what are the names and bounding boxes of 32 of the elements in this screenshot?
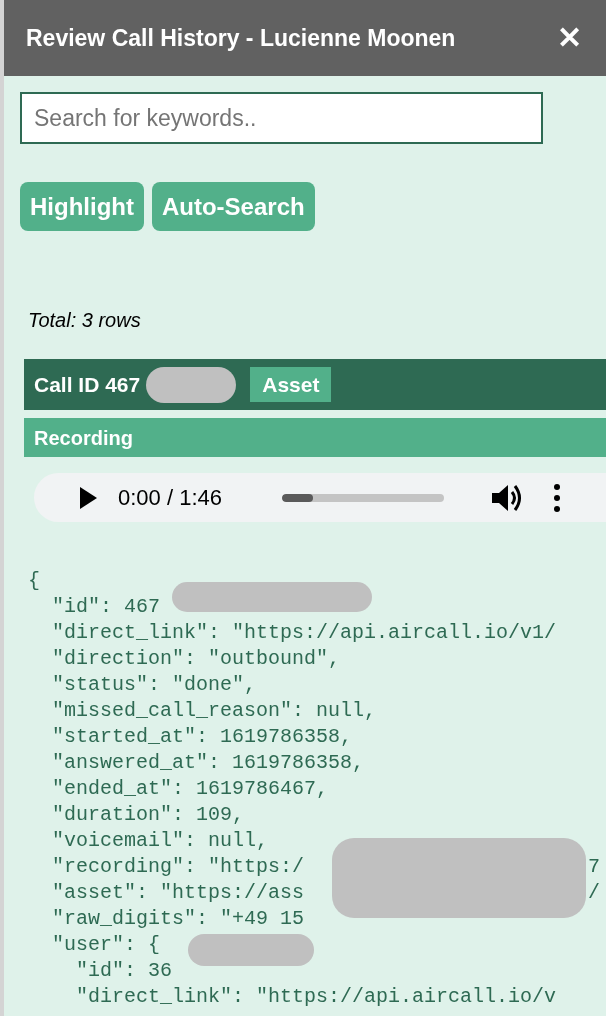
code-line: "voicemail": null, bbox=[51, 828, 269, 854]
code-line: "direct_link": "https://api.aircall.io/v1/ bbox=[51, 620, 557, 646]
code-fragment: / bbox=[588, 880, 601, 906]
code-line: "started_at": 1619786358, bbox=[51, 724, 353, 750]
code-line: "direct_link": "https://api.aircall.io/v bbox=[75, 984, 557, 1010]
window-title: Review Call History - Lucienne Moonen bbox=[26, 23, 456, 53]
code-fragment: 7 bbox=[588, 854, 601, 880]
code-line: "missed_call_reason": null, bbox=[51, 698, 377, 724]
search-field[interactable]: Search for keywords.. bbox=[20, 92, 543, 144]
more-icon[interactable] bbox=[554, 483, 560, 512]
code-line: "direction": "outbound", bbox=[51, 646, 341, 672]
code-line: "duration": 109, bbox=[51, 802, 245, 828]
code-line: "answered_at": 1619786358, bbox=[51, 750, 365, 776]
code-line: "asset": "https://ass bbox=[51, 880, 305, 906]
code-line: "ended_at": 1619786467, bbox=[51, 776, 329, 802]
code-line: "status": "done", bbox=[51, 672, 257, 698]
asset-badge: Asset bbox=[250, 366, 332, 403]
action-button[interactable]: Auto-Search bbox=[151, 182, 315, 231]
seek-track[interactable] bbox=[282, 493, 444, 502]
code-line: "id": 36 bbox=[75, 958, 173, 984]
code-line: { bbox=[28, 568, 40, 594]
total-rows-text: Total: 3 rows bbox=[28, 309, 141, 331]
code-line: "recording": "https:/ bbox=[51, 854, 305, 880]
recording-label: Recording bbox=[34, 425, 133, 451]
call-id-text: Call ID 467 bbox=[34, 371, 141, 398]
code-line: "raw_digits": "+49 15 bbox=[51, 906, 305, 932]
close-button[interactable]: ✕ bbox=[557, 23, 582, 53]
action-button[interactable]: Highlight bbox=[20, 182, 144, 231]
code-line: "id": 467 bbox=[51, 594, 161, 620]
play-icon[interactable] bbox=[78, 485, 98, 510]
time-text: 0:00 / 1:46 bbox=[118, 484, 223, 512]
code-line: "user": { bbox=[51, 932, 161, 958]
